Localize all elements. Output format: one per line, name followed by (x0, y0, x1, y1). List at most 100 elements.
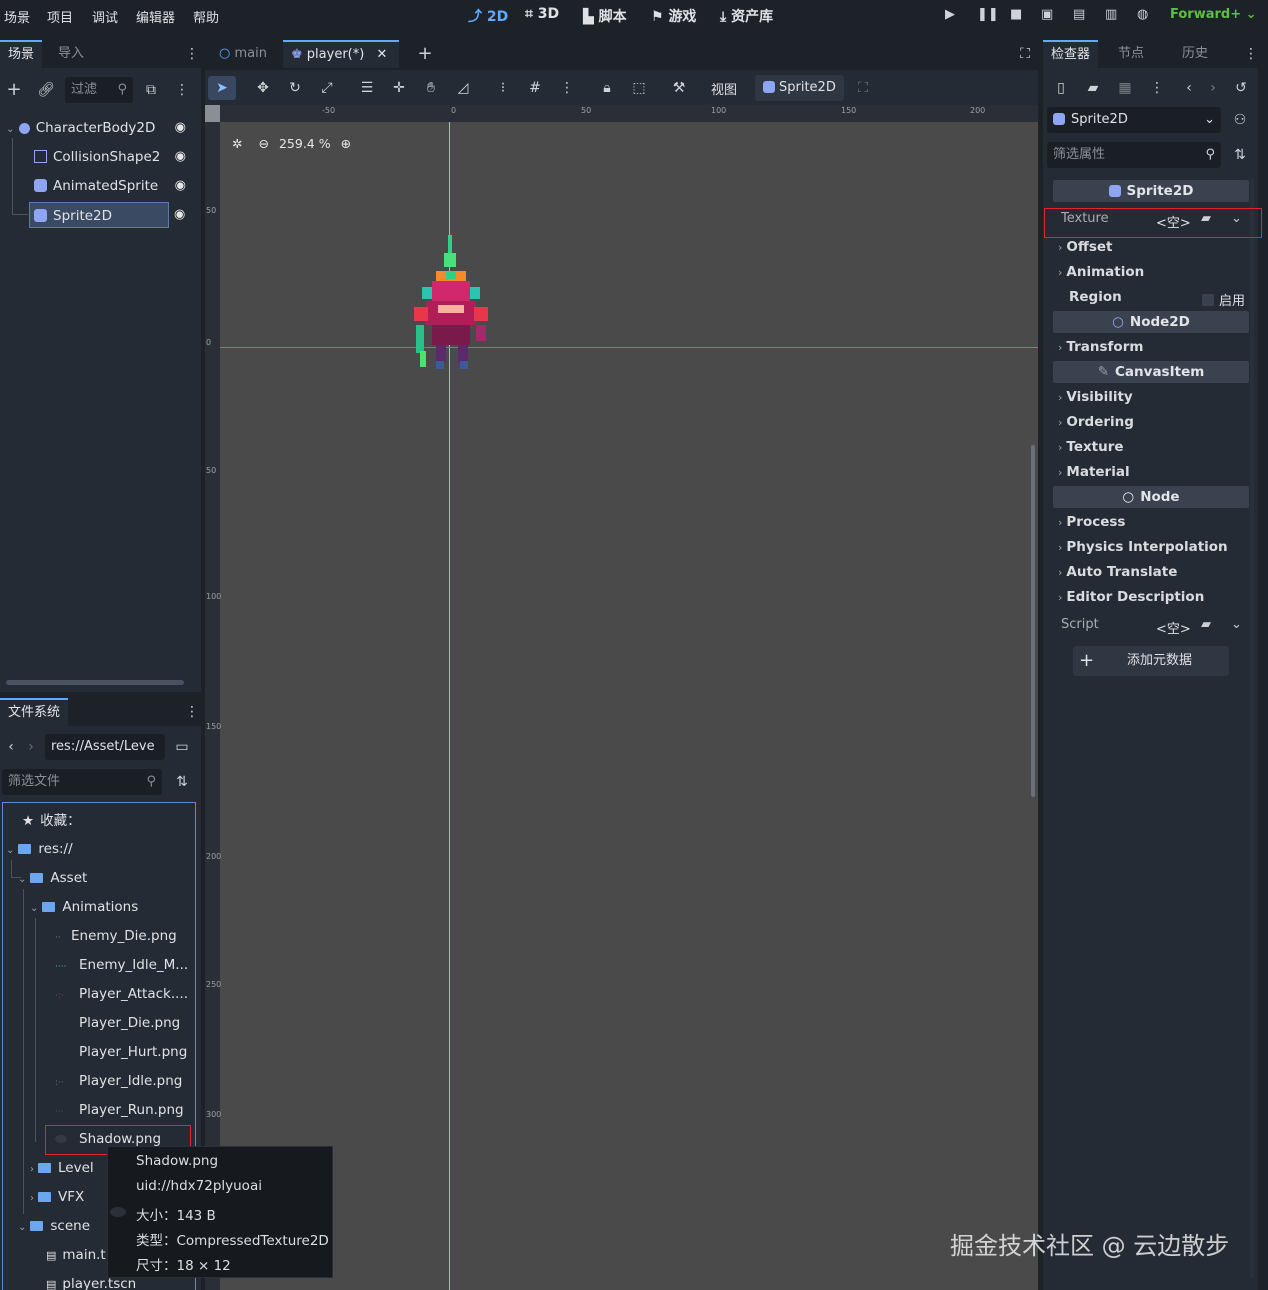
prop-auto-translate[interactable]: › Auto Translate (1058, 561, 1177, 583)
property-options-icon[interactable]: ⇅ (1230, 145, 1250, 165)
tab-scene[interactable]: 场景 (0, 40, 43, 68)
history-icon[interactable]: ↺ (1231, 78, 1251, 98)
prop-ordering[interactable]: › Ordering (1058, 411, 1134, 433)
script-value[interactable]: <空> (1156, 618, 1191, 637)
forward-icon[interactable]: › (21, 737, 41, 757)
play-icon[interactable]: ▶ (945, 7, 955, 22)
ruler-tool-icon[interactable]: ◿ (453, 78, 473, 98)
menu-help[interactable]: 帮助 (193, 7, 219, 26)
play-scene-icon[interactable]: ▤ (1073, 7, 1085, 22)
section-sprite2d[interactable]: Sprite2D (1053, 180, 1249, 202)
menu-scene[interactable]: 场景 (4, 7, 30, 26)
file-item[interactable]: ·· Enemy_Die.png (55, 923, 177, 949)
script-property[interactable]: Script <空> ▰ ⌄ (1046, 614, 1256, 640)
file-item[interactable]: :·· Player_Idle.png (55, 1068, 182, 1094)
file-item[interactable]: Player_Hurt.png (79, 1039, 187, 1065)
select-tool-icon[interactable]: ➤ (208, 76, 236, 100)
menu-editor[interactable]: 编辑器 (136, 7, 175, 26)
section-node[interactable]: ○ Node (1053, 486, 1249, 508)
link-icon[interactable]: 🔗︎ (36, 80, 56, 100)
prop-transform[interactable]: › Transform (1058, 336, 1143, 358)
zoom-out-icon[interactable]: ⊖ (258, 136, 268, 151)
visibility-eye-icon[interactable]: ◉ (175, 115, 186, 141)
stop-icon[interactable]: ■ (1010, 7, 1022, 22)
sprite2d-menu[interactable]: Sprite2D (755, 75, 844, 101)
folder-animations[interactable]: ⌄ Animations (30, 894, 138, 920)
prop-material[interactable]: › Material (1058, 461, 1130, 483)
scene-menu-icon[interactable]: ⋮ (172, 80, 192, 100)
file-item[interactable]: ·:· Player_Attack.... (55, 981, 188, 1007)
folder-open-icon[interactable]: ▰ (1201, 617, 1211, 632)
distraction-free-icon[interactable]: ⛶ (1015, 44, 1035, 64)
visibility-eye-icon[interactable]: ◉ (175, 173, 186, 199)
more-options-icon[interactable]: ⋮ (1147, 78, 1167, 98)
folder-asset[interactable]: ⌄ Asset (18, 865, 87, 891)
scale-tool-icon[interactable]: ⤢ (317, 78, 337, 98)
tree-node-collisionshape[interactable]: CollisionShape2 ◉ (34, 144, 192, 170)
prop-offset[interactable]: › Offset (1058, 236, 1112, 258)
back-icon[interactable]: ‹ (1, 737, 21, 757)
expand-icon[interactable]: ⛶ (853, 78, 873, 98)
inspector-scrollbar[interactable] (1250, 178, 1254, 1278)
chevron-down-icon[interactable]: ⌄ (1231, 617, 1242, 632)
workspace-game-button[interactable]: ⚑ 游戏 (651, 6, 696, 26)
open-docs-icon[interactable]: ⚇ (1230, 110, 1250, 130)
lock-icon[interactable]: 🔒︎ (597, 78, 617, 98)
object-selector[interactable]: Sprite2D ⌄ (1047, 107, 1221, 133)
smart-snap-icon[interactable]: ⁝ (493, 78, 513, 98)
tab-import[interactable]: 导入 (50, 40, 92, 68)
dock-menu-icon[interactable]: ⋮ (182, 44, 202, 64)
move-tool-icon[interactable]: ✥ (253, 78, 273, 98)
add-node-icon[interactable]: + (4, 80, 24, 100)
favorites-item[interactable]: ★ 收藏： (22, 808, 81, 834)
file-item[interactable]: Player_Die.png (79, 1010, 180, 1036)
menu-debug[interactable]: 调试 (92, 7, 118, 26)
new-resource-icon[interactable]: ▯ (1051, 78, 1071, 98)
zoom-level[interactable]: 259.4 % (279, 136, 331, 151)
workspace-script-button[interactable]: ▙ 脚本 (583, 6, 627, 26)
movie-maker-icon[interactable]: ◍ (1137, 7, 1148, 22)
dock-menu-icon[interactable]: ⋮ (1241, 44, 1261, 64)
remote-debug-icon[interactable]: ▣ (1041, 7, 1053, 22)
grid-snap-icon[interactable]: # (525, 78, 545, 98)
file-filter-input[interactable]: 筛选文件 ⚲ (2, 769, 162, 795)
renderer-select[interactable]: Forward+ ⌄ (1170, 7, 1257, 22)
property-filter-input[interactable]: 筛选属性 ⚲ (1047, 142, 1221, 168)
folder-res[interactable]: ⌄ res:// (6, 836, 73, 862)
load-resource-icon[interactable]: ▰ (1083, 78, 1103, 98)
workspace-2d-button[interactable]: ⤴ 2D (468, 6, 508, 26)
pause-icon[interactable]: ❚❚ (977, 7, 999, 22)
pivot-tool-icon[interactable]: ✛ (389, 78, 409, 98)
vertical-scrollbar[interactable] (1031, 445, 1035, 797)
tree-node-characterbody2d[interactable]: ⌄ CharacterBody2D ◉ (6, 115, 192, 141)
prop-visibility[interactable]: › Visibility (1058, 386, 1133, 408)
tree-node-sprite2d[interactable]: Sprite2D (29, 202, 169, 228)
zoom-in-icon[interactable]: ⊕ (341, 136, 351, 151)
workspace-3d-button[interactable]: ⌗ 3D (525, 6, 559, 22)
tab-inspector[interactable]: 检查器 (1043, 40, 1099, 68)
section-node2d[interactable]: ○ Node2D (1053, 311, 1249, 333)
horizontal-scrollbar[interactable] (6, 680, 184, 685)
prop-texture[interactable]: › Texture (1058, 436, 1124, 458)
more-options-icon[interactable]: ⋮ (557, 78, 577, 98)
tab-main[interactable]: ○ main (211, 40, 275, 68)
canvas-viewport[interactable] (205, 105, 1038, 1290)
rotate-tool-icon[interactable]: ↻ (285, 78, 305, 98)
tree-node-animatedsprite[interactable]: AnimatedSprite ◉ (34, 173, 192, 199)
instance-scene-icon[interactable]: ⧉ (141, 80, 161, 100)
player-sprite[interactable] (408, 235, 494, 407)
prop-physics-interpolation[interactable]: › Physics Interpolation (1058, 536, 1228, 558)
view-menu[interactable]: 视图 (711, 79, 737, 98)
new-tab-icon[interactable]: + (415, 44, 435, 64)
menu-project[interactable]: 项目 (47, 7, 73, 26)
folder-scene[interactable]: ⌄ scene (18, 1213, 90, 1239)
add-metadata-button[interactable]: + 添加元数据 (1073, 646, 1229, 676)
list-select-icon[interactable]: ☰ (357, 78, 377, 98)
tab-player[interactable]: ♚ player(*) ✕ (283, 40, 400, 68)
prop-process[interactable]: › Process (1058, 511, 1125, 533)
workspace-assetlib-button[interactable]: ⤓ 资产库 (720, 6, 773, 26)
sort-icon[interactable]: ⇅ (172, 772, 192, 792)
folder-level[interactable]: › Level (30, 1155, 94, 1181)
scene-filter-input[interactable]: 过滤 ⚲ (65, 77, 133, 103)
group-icon[interactable]: ⬚ (629, 78, 649, 98)
